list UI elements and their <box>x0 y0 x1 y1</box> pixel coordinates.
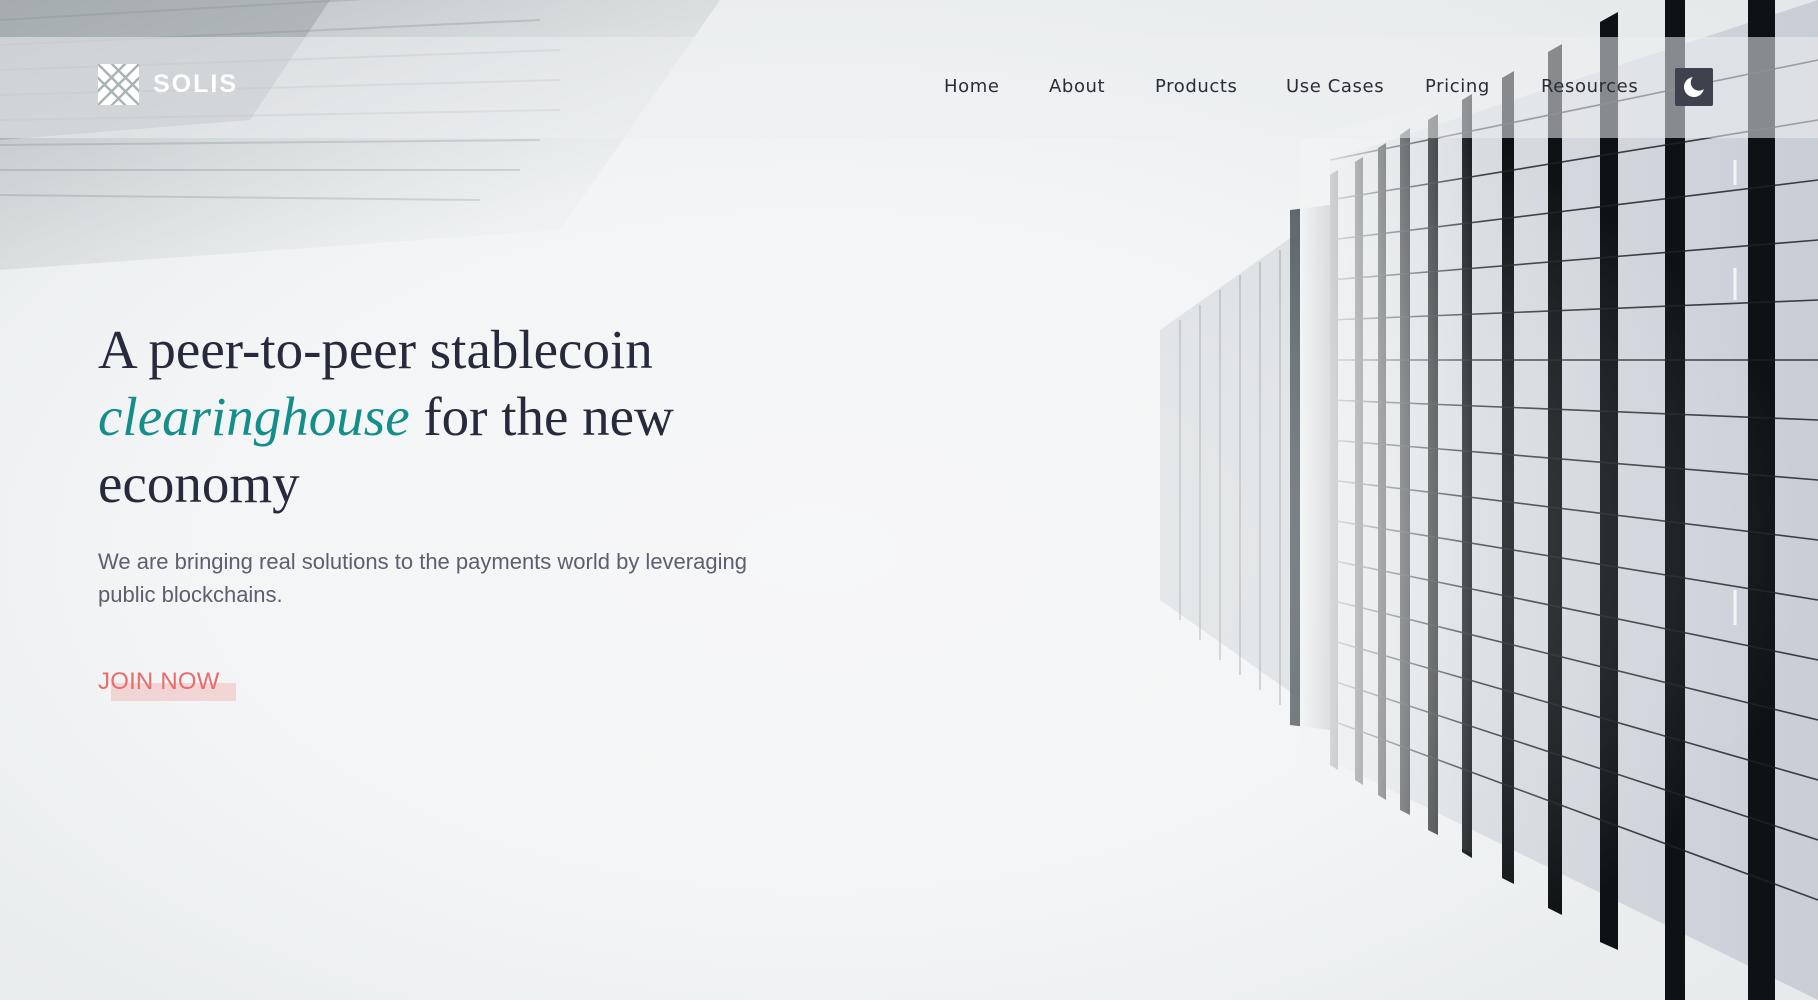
brand-logo[interactable]: SOLIS <box>98 63 239 105</box>
nav-item-products[interactable]: Products <box>1155 76 1238 97</box>
hero-section: SOLIS Home About Products Use Cases Pric… <box>0 0 1818 1000</box>
lattice-square-icon <box>98 63 139 105</box>
nav-item-pricing[interactable]: Pricing <box>1425 76 1490 97</box>
headline-accent-word: clearinghouse <box>98 386 410 447</box>
hero-subtitle: We are bringing real solutions to the pa… <box>98 549 747 607</box>
nav-item-about[interactable]: About <box>1049 76 1105 97</box>
nav-item-home[interactable]: Home <box>944 76 1000 97</box>
nav-item-use-cases[interactable]: Use Cases <box>1286 76 1384 97</box>
hero-headline: A peer-to-peer stablecoin clearinghouse … <box>98 316 818 517</box>
join-now-button[interactable]: JOIN NOW <box>98 668 236 704</box>
nav-item-resources[interactable]: Resources <box>1541 76 1638 97</box>
join-now-label: JOIN NOW <box>98 668 220 695</box>
headline-text-lead: A peer-to-peer stablecoin <box>98 319 653 380</box>
moon-icon <box>1684 75 1706 97</box>
brand-name: SOLIS <box>153 69 239 98</box>
theme-toggle-button[interactable] <box>1675 68 1713 106</box>
